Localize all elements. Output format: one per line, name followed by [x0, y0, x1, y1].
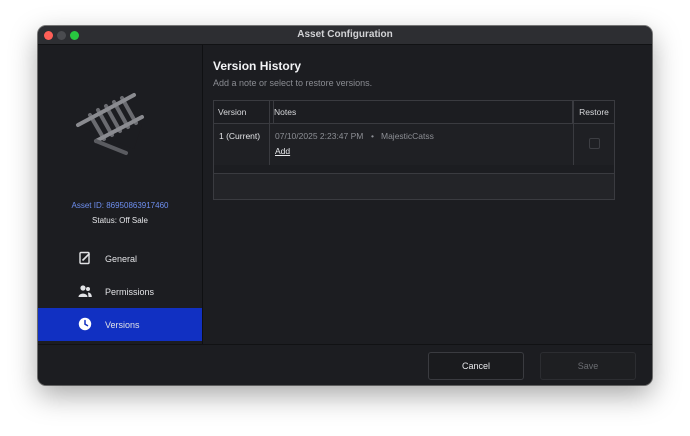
sidebar-item-label: General [105, 253, 138, 264]
sidebar-item-versions[interactable]: Versions [38, 308, 202, 341]
cancel-button[interactable]: Cancel [428, 352, 524, 380]
row-user: MajesticCatss [381, 131, 434, 141]
column-header-notes: Notes [270, 101, 573, 123]
version-table: Version Notes Restore 1 (Current) 07/10/… [213, 100, 615, 200]
sidebar-item-label: Permissions [105, 286, 155, 297]
clock-icon [78, 317, 92, 331]
footer: Cancel Save [38, 344, 652, 385]
asset-configuration-window: Asset Configuration Asset ID: 8695086391… [38, 26, 652, 385]
row-separator: • [371, 131, 374, 141]
sidebar-item-permissions[interactable]: Permissions [38, 275, 202, 308]
asset-thumbnail [76, 93, 144, 155]
row-version: 1 (Current) [219, 131, 261, 141]
users-icon [78, 285, 92, 297]
sidebar-item-label: Versions [105, 319, 140, 330]
sidebar-item-general[interactable]: General [38, 242, 202, 275]
asset-id: Asset ID: 86950863917460 [71, 201, 169, 210]
column-header-restore: Restore [579, 107, 609, 117]
main-panel: Version History Add a note or select to … [203, 45, 652, 344]
title-bar: Asset Configuration [38, 26, 652, 45]
column-header-version: Version [214, 101, 274, 123]
page-title: Version History [213, 59, 302, 73]
add-note-link[interactable]: Add [275, 146, 290, 156]
edit-document-icon [79, 251, 91, 265]
save-button[interactable]: Save [540, 352, 636, 380]
divider [573, 101, 574, 165]
restore-checkbox[interactable] [589, 138, 600, 149]
page-subtitle: Add a note or select to restore versions… [213, 78, 373, 88]
table-empty-row [214, 174, 614, 199]
window-title: Asset Configuration [297, 29, 393, 40]
row-date: 07/10/2025 2:23:47 PM [275, 131, 364, 141]
asset-status: Status: Off Sale [92, 216, 148, 225]
divider [269, 101, 270, 165]
sidebar: Asset ID: 86950863917460 Status: Off Sal… [38, 45, 203, 344]
